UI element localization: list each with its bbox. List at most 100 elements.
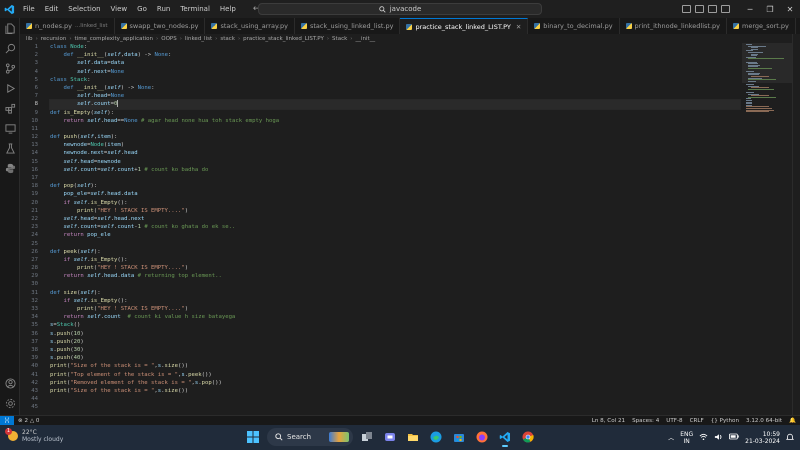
cursor-position[interactable]: Ln 8, Col 21 (592, 418, 625, 424)
customize-layout-icon[interactable] (721, 5, 730, 13)
code-line[interactable] (50, 174, 740, 182)
code-lines[interactable]: class Node: def __init__(self,data) -> N… (49, 43, 741, 411)
code-line[interactable] (50, 280, 740, 288)
vertical-scrollbar[interactable] (792, 34, 800, 415)
problems-indicator[interactable]: ⊗ 2 △ 0 (18, 418, 39, 424)
code-line[interactable]: class Node: (50, 43, 740, 51)
breadcrumb-item[interactable]: linked_list (185, 36, 212, 42)
code-line[interactable]: self.next=None (50, 68, 740, 76)
minimap[interactable] (742, 34, 792, 415)
code-line[interactable]: pop_ele=self.head.data (50, 190, 740, 198)
tab-practice-stack-linked-list-py[interactable]: practice_stack_linked_LIST.PY ✕ (400, 18, 529, 34)
input-language[interactable]: ENG IN (680, 431, 693, 445)
code-line[interactable]: def pop(self): (50, 182, 740, 190)
account-icon[interactable] (0, 373, 20, 393)
code-line[interactable]: self.count=0 (49, 99, 741, 110)
close-icon[interactable]: ✕ (780, 5, 800, 14)
code-line[interactable]: class Stack: (50, 76, 740, 84)
settings-gear-icon[interactable] (0, 393, 20, 413)
taskbar-search[interactable]: Search (267, 428, 353, 446)
breadcrumb-item[interactable]: Stack (332, 36, 347, 42)
battery-icon[interactable] (729, 433, 739, 442)
python-interpreter[interactable]: 3.12.0 64-bit (746, 418, 782, 424)
toggle-secondary-sidebar-icon[interactable] (708, 5, 717, 13)
clock[interactable]: 10:59 21-03-2024 (745, 431, 780, 445)
volume-icon[interactable] (714, 433, 723, 443)
code-line[interactable]: self.count=self.count+1 # count ko badha… (50, 166, 740, 174)
windows-start-icon[interactable] (244, 428, 262, 446)
code-line[interactable]: print("HEY ! STACK IS EMPTY....") (50, 264, 740, 272)
python-icon[interactable] (0, 158, 20, 178)
code-line[interactable]: self.data=data (50, 59, 740, 67)
explorer-icon[interactable] (0, 18, 20, 38)
code-line[interactable]: def is_Empty(self): (50, 109, 740, 117)
code-line[interactable]: self.head=newnode (50, 158, 740, 166)
code-line[interactable]: print("Size of the stack is = ",s.size()… (50, 362, 740, 370)
breadcrumb-item[interactable]: lib (26, 36, 33, 42)
menu-item-edit[interactable]: Edit (40, 0, 64, 18)
menu-item-selection[interactable]: Selection (63, 0, 105, 18)
tab-print-ithnode-linkedlist-py[interactable]: print_ithnode_linkedlist.py (620, 18, 727, 34)
code-line[interactable] (50, 403, 740, 411)
code-line[interactable]: s=Stack() (50, 321, 740, 329)
breadcrumb-item[interactable]: stack (220, 36, 235, 42)
code-line[interactable]: def push(self,item): (50, 133, 740, 141)
tab-binary-to-decimal-py[interactable]: binary_to_decimal.py (528, 18, 620, 34)
search-sidebar-icon[interactable] (0, 38, 20, 58)
menu-item-terminal[interactable]: Terminal (175, 0, 215, 18)
notification-center-icon[interactable] (785, 433, 795, 443)
toggle-panel-icon[interactable] (695, 5, 704, 13)
code-line[interactable]: newnode=Node(item) (50, 141, 740, 149)
code-line[interactable]: def __init__(self) -> None: (50, 84, 740, 92)
tab-swapp-two-nodes-py[interactable]: swapp_two_nodes.py (115, 18, 206, 34)
remote-indicator-icon[interactable]: ⟩⟨ (0, 415, 14, 426)
extensions-icon[interactable] (0, 98, 20, 118)
tab-n-nodes-py[interactable]: n_nodes.py ...linked_list (20, 18, 115, 34)
show-hidden-icons-chevron-icon[interactable]: ︿ (668, 433, 674, 442)
close-tab-icon[interactable]: ✕ (516, 23, 521, 31)
remote-explorer-icon[interactable] (0, 118, 20, 138)
code-line[interactable]: return self.head.data # returning top el… (50, 272, 740, 280)
breadcrumb-item[interactable]: OOPS (161, 36, 176, 42)
code-line[interactable] (50, 240, 740, 248)
indentation[interactable]: Spaces: 4 (632, 418, 659, 424)
code-line[interactable]: return self.head==None # agar head none … (50, 117, 740, 125)
run-debug-icon[interactable] (0, 78, 20, 98)
file-explorer-icon[interactable] (404, 428, 422, 446)
code-line[interactable]: s.push(10) (50, 330, 740, 338)
code-line[interactable] (50, 125, 740, 133)
code-line[interactable]: print("Top element of the stack is = ",s… (50, 371, 740, 379)
code-line[interactable]: return self.count # count ki value h siz… (50, 313, 740, 321)
code-line[interactable]: def __init__(self,data) -> None: (50, 51, 740, 59)
menu-item-view[interactable]: View (106, 0, 133, 18)
testing-icon[interactable] (0, 138, 20, 158)
language-mode[interactable]: {} Python (711, 418, 739, 424)
code-line[interactable]: print("HEY ! STACK IS EMPTY....") (50, 305, 740, 313)
code-line[interactable]: def size(self): (50, 289, 740, 297)
command-center-search[interactable]: javacode (258, 3, 542, 15)
breadcrumb-item[interactable]: time_complexity_application (75, 36, 154, 42)
code-line[interactable]: s.push(40) (50, 354, 740, 362)
tab-stack-using-linked-list-py[interactable]: stack_using_linked_list.py (295, 18, 401, 34)
firefox-icon[interactable] (473, 428, 491, 446)
microsoft-store-icon[interactable] (450, 428, 468, 446)
breadcrumb-item[interactable]: recursion (41, 36, 67, 42)
line-ending[interactable]: CRLF (690, 418, 704, 424)
source-control-icon[interactable] (0, 58, 20, 78)
code-line[interactable]: if self.is_Empty(): (50, 256, 740, 264)
notifications-bell-icon[interactable]: 🔔 (789, 418, 796, 424)
breadcrumb-item[interactable]: __init__ (355, 36, 375, 42)
code-line[interactable]: self.count=self.count-1 # count ko ghata… (50, 223, 740, 231)
teams-chat-icon[interactable] (381, 428, 399, 446)
weather-widget[interactable]: 1 22°C Mostly cloudy (5, 428, 63, 443)
code-line[interactable]: self.head=None (50, 92, 740, 100)
breadcrumb-item[interactable]: practice_stack_linked_LIST.PY (243, 36, 324, 42)
task-view-icon[interactable] (358, 428, 376, 446)
code-line[interactable]: print("Removed element of the stack is =… (50, 379, 740, 387)
code-line[interactable]: s.push(30) (50, 346, 740, 354)
code-line[interactable]: print("HEY ! STACK IS EMPTY....") (50, 207, 740, 215)
code-line[interactable] (50, 395, 740, 403)
vscode-taskbar-icon[interactable] (496, 428, 514, 447)
tab-stack-using-array-py[interactable]: stack_using_array.py (205, 18, 295, 34)
code-line[interactable]: print("Size of the stack is = ",s.size()… (50, 387, 740, 395)
